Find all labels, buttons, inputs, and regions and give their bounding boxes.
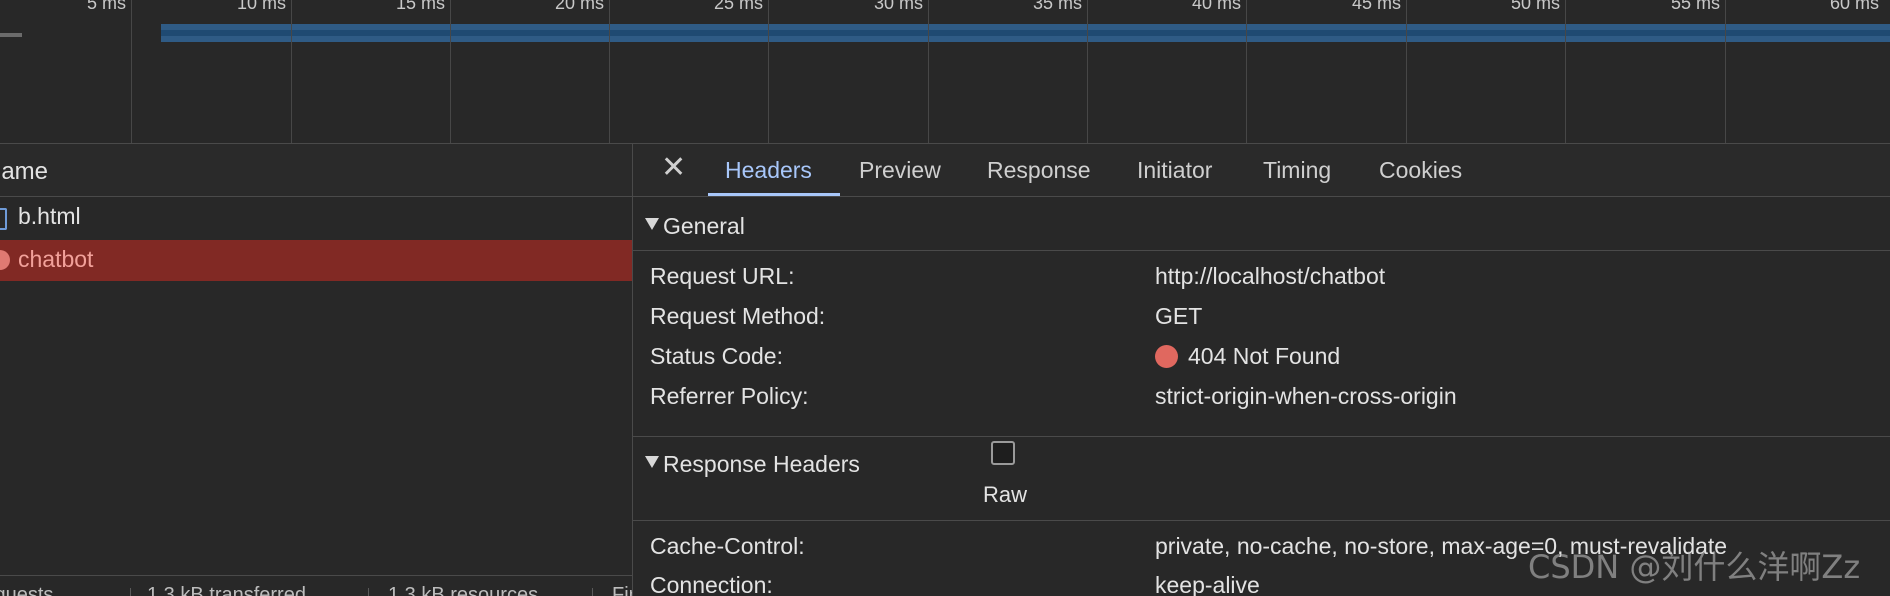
status-error-dot-icon (1155, 345, 1178, 368)
header-name: Status Code: (650, 343, 783, 369)
section-divider (633, 436, 1890, 437)
timeline-gridline (1725, 0, 1726, 143)
timeline-tick-label: 5 ms (86, 0, 126, 13)
status-resources: 1.3 kB resources (388, 584, 539, 596)
timeline-gridline (1087, 0, 1088, 143)
status-finish: Finish: 70 ms (612, 584, 632, 596)
status-transferred: 1.3 kB transferred (147, 584, 306, 596)
active-tab-indicator (708, 193, 840, 196)
timeline-tick-label: 10 ms (236, 0, 286, 13)
timeline-tick-label: 60 ms (1829, 0, 1879, 13)
request-name: b.html (18, 203, 81, 229)
timeline-tick-label: 15 ms (395, 0, 445, 13)
status-requests: 2 requests (0, 584, 54, 596)
timeline-tick-label: 55 ms (1670, 0, 1720, 13)
request-method-value: GET (1155, 303, 1203, 329)
status-divider (130, 588, 131, 596)
timeline-gridline (609, 0, 610, 143)
section-divider (633, 520, 1890, 521)
request-row-selected-error[interactable]: chatbot (0, 240, 632, 281)
timeline-gridline (131, 0, 132, 143)
status-divider (368, 588, 369, 596)
timeline-tick-label: 30 ms (873, 0, 923, 13)
header-name: Request Method: (650, 303, 826, 329)
document-icon (0, 208, 7, 230)
response-headers-section-header[interactable]: Response Headers (633, 439, 1890, 491)
timeline-gridline (450, 0, 451, 143)
timeline-gridline (1246, 0, 1247, 143)
error-icon (0, 250, 10, 270)
close-icon[interactable]: ✕ (661, 152, 686, 184)
timeline-tick-label: 45 ms (1351, 0, 1401, 13)
header-name: Connection: (650, 572, 773, 596)
timeline-gridline (928, 0, 929, 143)
timeline-tick-label: 35 ms (1032, 0, 1082, 13)
referrer-policy-value: strict-origin-when-cross-origin (1155, 383, 1457, 409)
response-headers-title: Response Headers (663, 451, 860, 477)
timeline-overview[interactable]: 5 ms 10 ms 15 ms 20 ms 25 ms 30 ms 35 ms… (0, 0, 1890, 144)
header-name: Referrer Policy: (650, 383, 809, 409)
timeline-tick-label: 40 ms (1191, 0, 1241, 13)
timeline-tick-label: 50 ms (1510, 0, 1560, 13)
expand-triangle-icon (645, 456, 659, 468)
request-url-value: http://localhost/chatbot (1155, 263, 1386, 289)
expand-triangle-icon (645, 218, 659, 230)
status-divider (592, 588, 593, 596)
timeline-tick-label: 25 ms (713, 0, 763, 13)
name-column-header[interactable]: Name (0, 144, 632, 197)
raw-checkbox-label[interactable]: Raw (983, 482, 1027, 508)
tab-preview[interactable]: Preview (859, 157, 941, 184)
request-details-panel: ✕ Headers Preview Response Initiator Tim… (633, 144, 1890, 596)
header-name: Request URL: (650, 263, 795, 289)
general-section-header[interactable]: General (633, 201, 1890, 253)
tab-timing[interactable]: Timing (1263, 157, 1331, 184)
details-tab-bar: ✕ Headers Preview Response Initiator Tim… (633, 144, 1890, 197)
timeline-gridline (768, 0, 769, 143)
name-column-label: Name (0, 158, 49, 185)
status-code-text: 404 Not Found (1188, 343, 1341, 369)
status-code-value: 404 Not Found (1155, 343, 1340, 370)
timeline-gridline (1406, 0, 1407, 143)
general-section-title: General (663, 213, 745, 239)
tab-headers[interactable]: Headers (725, 157, 812, 184)
tab-cookies[interactable]: Cookies (1379, 157, 1462, 184)
connection-value: keep-alive (1155, 572, 1260, 596)
timeline-request-bar-inner (161, 30, 1890, 36)
request-list: Name b.html chatbot 2 requests 1.3 kB tr… (0, 144, 633, 596)
tab-initiator[interactable]: Initiator (1137, 157, 1212, 184)
request-row[interactable]: b.html (0, 197, 632, 238)
request-name: chatbot (18, 246, 94, 272)
csdn-watermark: CSDN @刘什么洋啊Zz (1528, 548, 1861, 586)
section-divider (633, 250, 1890, 251)
raw-checkbox[interactable] (991, 441, 1015, 465)
timeline-tick-label: 20 ms (554, 0, 604, 13)
tab-response[interactable]: Response (987, 157, 1091, 184)
timeline-marker (0, 33, 22, 37)
timeline-gridline (291, 0, 292, 143)
network-status-bar: 2 requests 1.3 kB transferred 1.3 kB res… (0, 575, 632, 596)
header-name: Cache-Control: (650, 533, 805, 559)
timeline-gridline (1565, 0, 1566, 143)
